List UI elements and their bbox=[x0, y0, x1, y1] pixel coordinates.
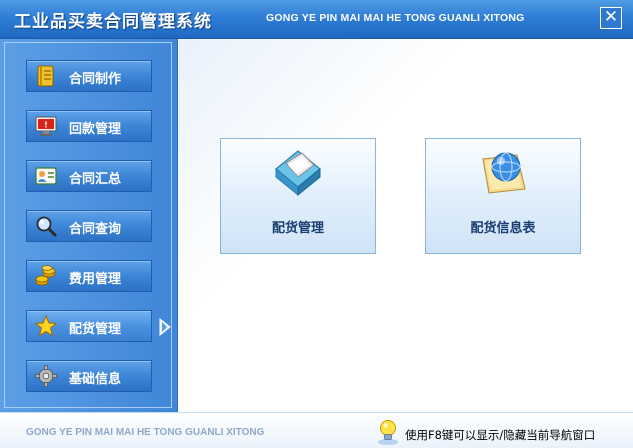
sidebar-item-label: 合同查询 bbox=[69, 222, 122, 237]
app-title-pinyin: GONG YE PIN MAI MAI HE TONG GUANLI XITON… bbox=[266, 12, 525, 24]
distribution-info-table-card[interactable]: 配货信息表 bbox=[425, 138, 581, 254]
sidebar-item-contract-summary[interactable]: 合同汇总 bbox=[26, 160, 152, 192]
svg-text:!: ! bbox=[44, 121, 48, 130]
sidebar-item-base-info[interactable]: 基础信息 bbox=[26, 360, 152, 392]
card-label: 配货管理 bbox=[271, 221, 324, 236]
card-label: 配货信息表 bbox=[470, 221, 536, 236]
close-button[interactable]: ✕ bbox=[600, 7, 622, 29]
status-bar: GONG YE PIN MAI MAI HE TONG GUANLI XITON… bbox=[0, 412, 633, 448]
sidebar-item-expense[interactable]: 费用管理 bbox=[26, 260, 152, 292]
sidebar-item-label: 配货管理 bbox=[69, 322, 122, 337]
lightbulb-icon bbox=[378, 420, 398, 445]
globe-document-icon bbox=[482, 152, 526, 194]
coins-icon bbox=[35, 265, 56, 286]
contact-card-icon bbox=[35, 167, 57, 185]
monitor-icon: ! bbox=[35, 116, 57, 136]
title-bar: 工业品买卖合同管理系统 GONG YE PIN MAI MAI HE TONG … bbox=[0, 0, 633, 39]
app-title: 工业品买卖合同管理系统 bbox=[14, 12, 212, 32]
sidebar-item-distribution[interactable]: 配货管理 bbox=[26, 310, 152, 342]
sidebar-item-contract-create[interactable]: 合同制作 bbox=[26, 60, 152, 92]
ledger-icon bbox=[37, 65, 54, 87]
gear-icon bbox=[35, 365, 57, 387]
magnifier-icon bbox=[36, 216, 57, 237]
star-icon bbox=[34, 314, 58, 337]
sidebar-item-label: 回款管理 bbox=[69, 122, 122, 137]
sidebar-item-label: 合同汇总 bbox=[69, 172, 122, 187]
sidebar-item-label: 费用管理 bbox=[69, 272, 122, 287]
f8-hint-text: 使用F8键可以显示/隐藏当前导航窗口 bbox=[405, 428, 596, 442]
distribution-manage-card[interactable]: 配货管理 bbox=[220, 138, 376, 254]
footer-brand: GONG YE PIN MAI MAI HE TONG GUANLI XITON… bbox=[26, 427, 265, 438]
sidebar-item-label: 合同制作 bbox=[69, 72, 122, 87]
sidebar-item-contract-query[interactable]: 合同查询 bbox=[26, 210, 152, 242]
close-icon: ✕ bbox=[603, 7, 619, 27]
sidebar-item-label: 基础信息 bbox=[69, 372, 122, 387]
active-pointer-arrow-icon bbox=[159, 318, 171, 336]
sidebar-item-payment[interactable]: ! 回款管理 bbox=[26, 110, 152, 142]
cube-book-icon bbox=[275, 150, 321, 197]
